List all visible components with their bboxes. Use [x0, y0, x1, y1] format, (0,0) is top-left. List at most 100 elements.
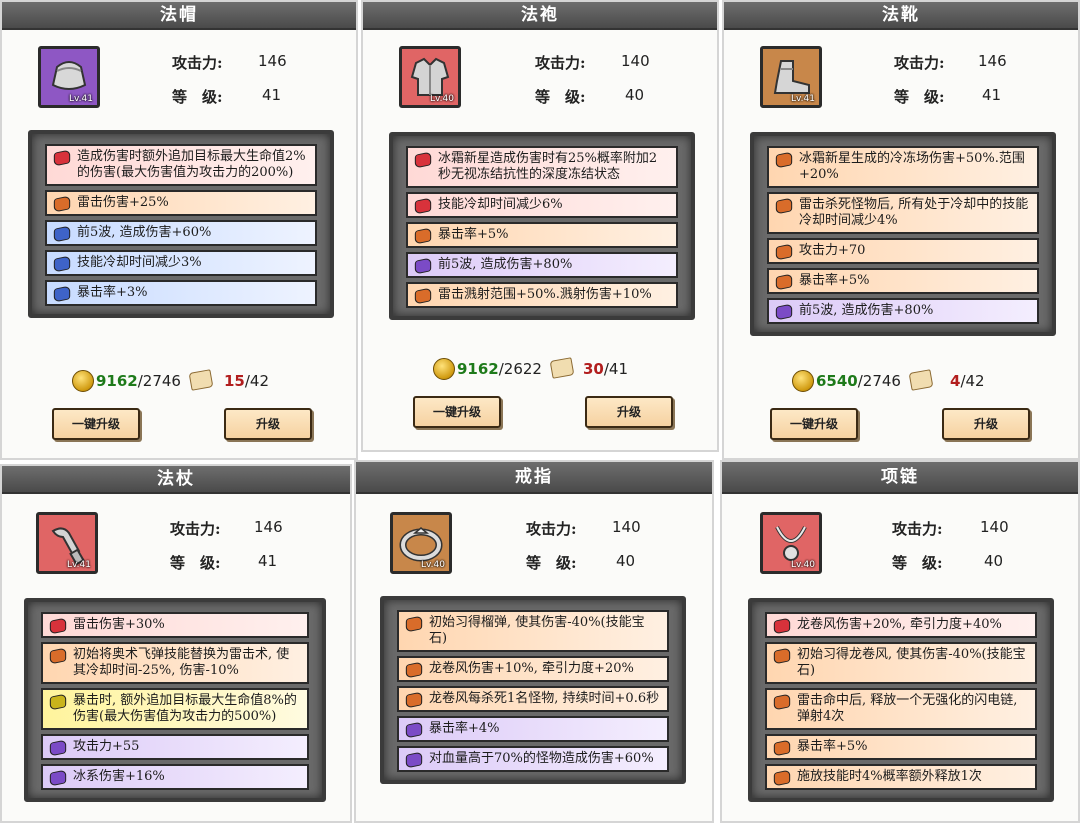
card-title: 项链: [722, 462, 1078, 494]
gold-cost: 6540/2746: [792, 370, 902, 394]
orange-gem-icon: [49, 647, 67, 665]
equipment-card-staff: 法杖 Lv.41 攻击力: 146 等 级: 41 雷击伤害+30% 初始将奥术…: [0, 464, 352, 823]
affix-item: 前5波, 造成伤害+80%: [767, 298, 1039, 324]
attack-value: 140: [612, 518, 641, 536]
orange-gem-icon: [773, 739, 791, 757]
card-title: 法袍: [363, 2, 717, 30]
affix-panel: 冰霜新星生成的冷冻场伤害+50%.范围+20% 雷击杀死怪物后, 所有处于冷却中…: [750, 132, 1056, 336]
purple-gem-icon: [775, 303, 793, 321]
orange-gem-icon: [773, 693, 791, 711]
affix-item: 造成伤害时额外追加目标最大生命值2%的伤害(最大伤害值为攻击力的200%): [45, 144, 317, 186]
quick-upgrade-button[interactable]: 一键升级: [413, 396, 501, 428]
affix-item: 冰霜新星生成的冷冻场伤害+50%.范围+20%: [767, 146, 1039, 188]
upgrade-button[interactable]: 升级: [585, 396, 673, 428]
blue-gem-icon: [53, 225, 71, 243]
affix-item: 初始将奥术飞弹技能替换为雷击术, 使其冷却时间-25%, 伤害-10%: [41, 642, 309, 684]
gold-cost: 9162/2746: [72, 370, 182, 394]
orange-gem-icon: [414, 287, 432, 305]
card-title: 法靴: [724, 2, 1078, 30]
affix-item: 暴击时, 额外追加目标最大生命值8%的伤害(最大伤害值为攻击力的500%): [41, 688, 309, 730]
affix-item: 暴击率+4%: [397, 716, 669, 742]
orange-gem-icon: [405, 615, 423, 633]
level-label: 等 级:: [526, 554, 577, 572]
scroll-icon: [549, 357, 575, 379]
attack-value: 140: [980, 518, 1009, 536]
quick-upgrade-button[interactable]: 一键升级: [52, 408, 140, 440]
orange-gem-icon: [405, 691, 423, 709]
robe-icon[interactable]: Lv.40: [399, 46, 461, 108]
orange-gem-icon: [773, 769, 791, 787]
level-label: 等 级:: [892, 554, 943, 572]
equipment-card-boots: 法靴 Lv.41 攻击力: 146 等 级: 41 冰霜新星生成的冷冻场伤害+5…: [722, 0, 1080, 460]
attack-value: 140: [621, 52, 650, 70]
orange-gem-icon: [53, 195, 71, 213]
boots-icon[interactable]: Lv.41: [760, 46, 822, 108]
ring-icon[interactable]: Lv.40: [390, 512, 452, 574]
purple-gem-icon: [49, 769, 67, 787]
level-value: 41: [982, 86, 1002, 104]
level-label: 等 级:: [894, 88, 945, 106]
affix-item: 雷击伤害+30%: [41, 612, 309, 638]
hat-icon[interactable]: Lv.41: [38, 46, 100, 108]
level-badge: Lv.40: [791, 560, 815, 570]
purple-gem-icon: [49, 739, 67, 757]
level-badge: Lv.41: [67, 560, 91, 570]
affix-item: 施放技能时4%概率额外释放1次: [765, 764, 1037, 790]
affix-item: 龙卷风伤害+10%, 牵引力度+20%: [397, 656, 669, 682]
orange-gem-icon: [775, 243, 793, 261]
necklace-icon[interactable]: Lv.40: [760, 512, 822, 574]
affix-item: 龙卷风每杀死1名怪物, 持续时间+0.6秒: [397, 686, 669, 712]
level-label: 等 级:: [535, 88, 586, 106]
gold-coin-icon: [72, 370, 94, 392]
affix-item: 雷击杀死怪物后, 所有处于冷却中的技能冷却时间减少4%: [767, 192, 1039, 234]
scroll-cost: 30/41: [549, 357, 631, 382]
scroll-cost: 15/42: [188, 369, 270, 394]
affix-item: 冰霜新星造成伤害时有25%概率附加2秒无视冻结抗性的深度冻结状态: [406, 146, 678, 188]
attack-label: 攻击力:: [535, 54, 586, 72]
affix-panel: 初始习得榴弹, 使其伤害-40%(技能宝石) 龙卷风伤害+10%, 牵引力度+2…: [380, 596, 686, 784]
affix-panel: 造成伤害时额外追加目标最大生命值2%的伤害(最大伤害值为攻击力的200%) 雷击…: [28, 130, 334, 318]
equipment-card-ring: 戒指 Lv.40 攻击力: 140 等 级: 40 初始习得榴弹, 使其伤害-4…: [354, 460, 714, 823]
yellow-gem-icon: [49, 693, 67, 711]
attack-value: 146: [978, 52, 1007, 70]
affix-item: 雷击溅射范围+50%.溅射伤害+10%: [406, 282, 678, 308]
staff-icon[interactable]: Lv.41: [36, 512, 98, 574]
level-label: 等 级:: [172, 88, 223, 106]
orange-gem-icon: [773, 647, 791, 665]
scroll-icon: [908, 369, 934, 391]
affix-panel: 龙卷风伤害+20%, 牵引力度+40% 初始习得龙卷风, 使其伤害-40%(技能…: [748, 598, 1054, 802]
card-title: 法杖: [2, 466, 350, 494]
equipment-card-robe: 法袍 Lv.40 攻击力: 140 等 级: 40 冰霜新星造成伤害时有25%概…: [361, 0, 719, 452]
level-badge: Lv.40: [421, 560, 445, 570]
affix-item: 暴击率+5%: [406, 222, 678, 248]
affix-item: 初始习得榴弹, 使其伤害-40%(技能宝石): [397, 610, 669, 652]
affix-item: 前5波, 造成伤害+80%: [406, 252, 678, 278]
upgrade-button[interactable]: 升级: [224, 408, 312, 440]
gold-coin-icon: [792, 370, 814, 392]
gold-coin-icon: [433, 358, 455, 380]
affix-item: 技能冷却时间减少3%: [45, 250, 317, 276]
affix-item: 初始习得龙卷风, 使其伤害-40%(技能宝石): [765, 642, 1037, 684]
affix-item: 暴击率+3%: [45, 280, 317, 306]
level-value: 40: [625, 86, 645, 104]
affix-item: 雷击伤害+25%: [45, 190, 317, 216]
quick-upgrade-button[interactable]: 一键升级: [770, 408, 858, 440]
scroll-cost: 4/42: [908, 369, 990, 394]
attack-label: 攻击力:: [526, 520, 577, 538]
red-gem-icon: [414, 197, 432, 215]
red-gem-icon: [414, 151, 432, 169]
level-badge: Lv.41: [791, 94, 815, 104]
affix-item: 攻击力+70: [767, 238, 1039, 264]
red-gem-icon: [49, 617, 67, 635]
orange-gem-icon: [775, 273, 793, 291]
affix-item: 雷击命中后, 释放一个无强化的闪电链, 弹射4次: [765, 688, 1037, 730]
gold-cost: 9162/2622: [433, 358, 543, 382]
level-value: 40: [984, 552, 1004, 570]
upgrade-button[interactable]: 升级: [942, 408, 1030, 440]
affix-item: 前5波, 造成伤害+60%: [45, 220, 317, 246]
affix-item: 攻击力+55: [41, 734, 309, 760]
attack-value: 146: [254, 518, 283, 536]
orange-gem-icon: [414, 227, 432, 245]
red-gem-icon: [773, 617, 791, 635]
blue-gem-icon: [53, 255, 71, 273]
